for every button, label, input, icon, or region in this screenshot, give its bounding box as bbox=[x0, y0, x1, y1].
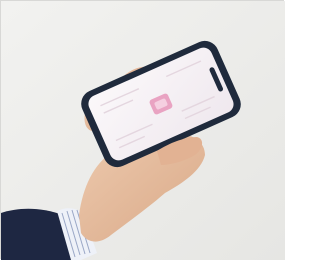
photo-canvas bbox=[1, 1, 285, 260]
photo-frame bbox=[0, 0, 285, 260]
